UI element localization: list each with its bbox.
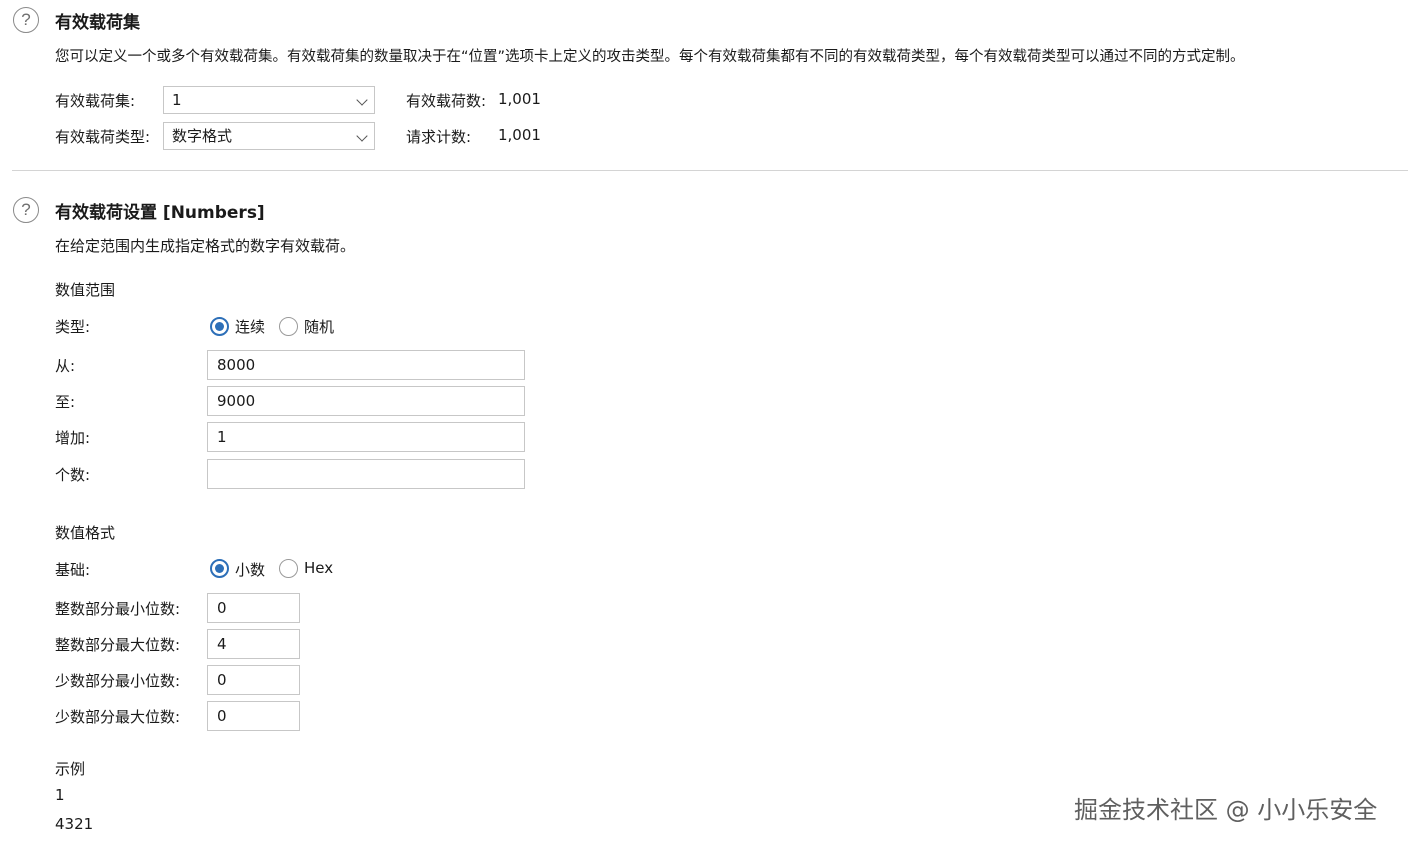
- max-integer-digits-label: 整数部分最大位数:: [55, 636, 181, 654]
- base-label: 基础:: [55, 561, 91, 579]
- payload-type-select[interactable]: 数字格式: [163, 122, 375, 150]
- number-range-heading: 数值范围: [55, 281, 116, 299]
- radio-decimal[interactable]: [210, 559, 229, 578]
- payload-settings-description: 在给定范围内生成指定格式的数字有效载荷。: [55, 237, 356, 255]
- request-count-label: 请求计数:: [406, 128, 472, 146]
- step-label: 增加:: [55, 429, 91, 447]
- radio-hex[interactable]: [279, 559, 298, 578]
- min-fraction-digits-label: 少数部分最小位数:: [55, 672, 181, 690]
- help-icon[interactable]: ?: [13, 7, 39, 33]
- range-type-label: 类型:: [55, 318, 91, 336]
- payload-count-value: 1,001: [498, 90, 541, 108]
- min-fraction-digits-input[interactable]: [207, 665, 300, 695]
- chevron-down-icon: [356, 94, 368, 106]
- how-many-input[interactable]: [207, 459, 525, 489]
- from-input[interactable]: [207, 350, 525, 380]
- from-label: 从:: [55, 357, 76, 375]
- min-integer-digits-input[interactable]: [207, 593, 300, 623]
- help-icon[interactable]: ?: [13, 197, 39, 223]
- step-input[interactable]: [207, 422, 525, 452]
- radio-random[interactable]: [279, 317, 298, 336]
- to-label: 至:: [55, 393, 76, 411]
- payload-type-label: 有效载荷类型:: [55, 128, 151, 146]
- request-count-value: 1,001: [498, 126, 541, 144]
- payload-set-value: 1: [172, 91, 182, 109]
- examples-heading: 示例: [55, 760, 86, 778]
- radio-sequential[interactable]: [210, 317, 229, 336]
- radio-decimal-label[interactable]: 小数: [235, 559, 265, 580]
- how-many-label: 个数:: [55, 466, 91, 484]
- watermark: 掘金技术社区 @ 小小乐安全: [1074, 796, 1378, 824]
- payload-settings-title: 有效载荷设置 [Numbers]: [55, 203, 265, 223]
- min-integer-digits-label: 整数部分最小位数:: [55, 600, 181, 618]
- payload-set-select[interactable]: 1: [163, 86, 375, 114]
- payload-count-label: 有效载荷数:: [406, 92, 487, 110]
- radio-random-label[interactable]: 随机: [304, 316, 334, 337]
- section-divider: [12, 170, 1408, 171]
- payload-sets-title: 有效载荷集: [55, 13, 140, 33]
- payload-sets-description: 您可以定义一个或多个有效载荷集。有效载荷集的数量取决于在“位置”选项卡上定义的攻…: [55, 49, 1245, 65]
- example-item: 1: [55, 786, 65, 804]
- example-item: 4321: [55, 815, 94, 833]
- radio-hex-label[interactable]: Hex: [304, 559, 333, 577]
- chevron-down-icon: [356, 130, 368, 142]
- max-integer-digits-input[interactable]: [207, 629, 300, 659]
- to-input[interactable]: [207, 386, 525, 416]
- radio-sequential-label[interactable]: 连续: [235, 316, 265, 337]
- max-fraction-digits-label: 少数部分最大位数:: [55, 708, 181, 726]
- payload-set-label: 有效载荷集:: [55, 92, 136, 110]
- max-fraction-digits-input[interactable]: [207, 701, 300, 731]
- number-format-heading: 数值格式: [55, 524, 116, 542]
- payload-type-value: 数字格式: [172, 127, 233, 145]
